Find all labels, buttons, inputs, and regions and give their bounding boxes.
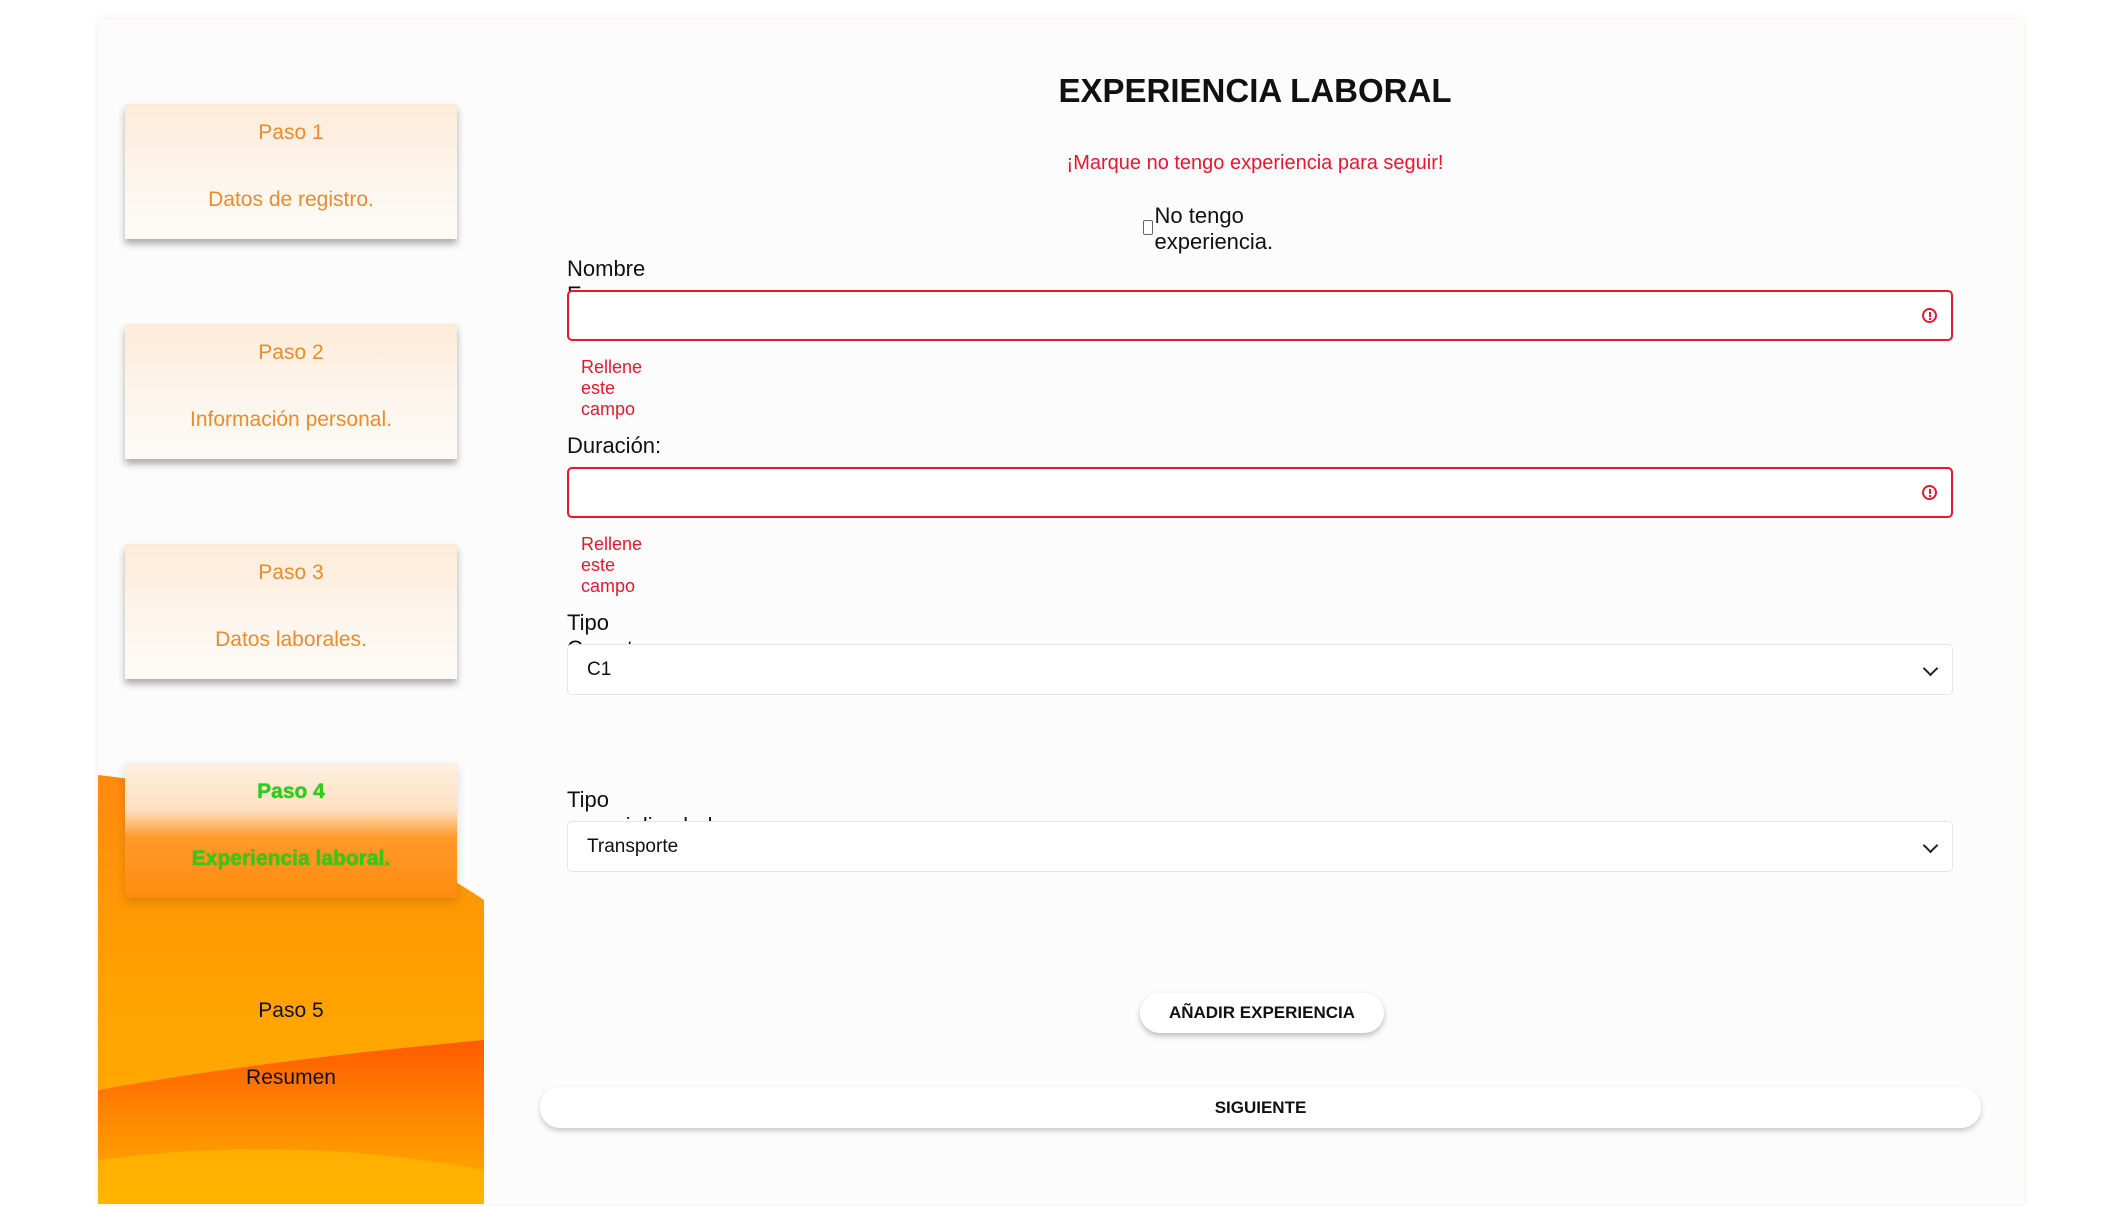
step-5-description: Resumen bbox=[246, 1066, 336, 1089]
duration-input[interactable] bbox=[567, 467, 1953, 518]
warning-message: ¡Marque no tengo experiencia para seguir… bbox=[1066, 152, 1444, 174]
step-2-card[interactable]: Paso 2 Información personal. bbox=[125, 324, 457, 459]
step-1-number: Paso 1 bbox=[258, 121, 324, 144]
chevron-down-icon bbox=[1922, 837, 1939, 854]
step-3-description: Datos laborales. bbox=[215, 628, 367, 651]
step-1-description: Datos de registro. bbox=[208, 188, 374, 211]
next-button[interactable]: SIGUIENTE bbox=[540, 1087, 1981, 1128]
add-experience-button[interactable]: AÑADIR EXPERIENCIA bbox=[1140, 993, 1384, 1033]
no-experience-checkbox-row[interactable]: No tengo experiencia. bbox=[1143, 203, 1279, 255]
step-4-number: Paso 4 bbox=[257, 780, 325, 803]
company-input[interactable] bbox=[567, 290, 1953, 341]
no-experience-label: No tengo experiencia. bbox=[1154, 203, 1274, 254]
step-4-description: Experiencia laboral. bbox=[191, 847, 391, 870]
license-type-value: C1 bbox=[587, 659, 612, 680]
alert-circle-icon bbox=[1922, 485, 1937, 500]
company-error-text: Rellene este campo bbox=[581, 357, 643, 419]
specialty-type-select[interactable]: Transporte bbox=[567, 821, 1953, 872]
alert-circle-icon bbox=[1922, 308, 1937, 323]
step-2-description: Información personal. bbox=[190, 408, 392, 431]
chevron-down-icon bbox=[1922, 660, 1939, 677]
duration-error-text: Rellene este campo bbox=[581, 534, 643, 596]
step-3-card[interactable]: Paso 3 Datos laborales. bbox=[125, 544, 457, 679]
duration-label: Duración: bbox=[567, 433, 662, 458]
step-4-card-active[interactable]: Paso 4 Experiencia laboral. bbox=[125, 763, 457, 898]
steps-sidebar: Paso 1 Datos de registro. Paso 2 Informa… bbox=[98, 20, 484, 1204]
no-experience-checkbox[interactable] bbox=[1143, 219, 1153, 235]
specialty-type-value: Transporte bbox=[587, 836, 679, 857]
step-5-card[interactable]: Paso 5 Resumen bbox=[125, 982, 457, 1117]
step-2-number: Paso 2 bbox=[258, 341, 324, 364]
page-title: EXPERIENCIA LABORAL bbox=[1058, 72, 1452, 109]
license-type-select[interactable]: C1 bbox=[567, 644, 1953, 695]
step-3-number: Paso 3 bbox=[258, 561, 324, 584]
step-5-number: Paso 5 bbox=[258, 999, 324, 1022]
step-1-card[interactable]: Paso 1 Datos de registro. bbox=[125, 104, 457, 239]
